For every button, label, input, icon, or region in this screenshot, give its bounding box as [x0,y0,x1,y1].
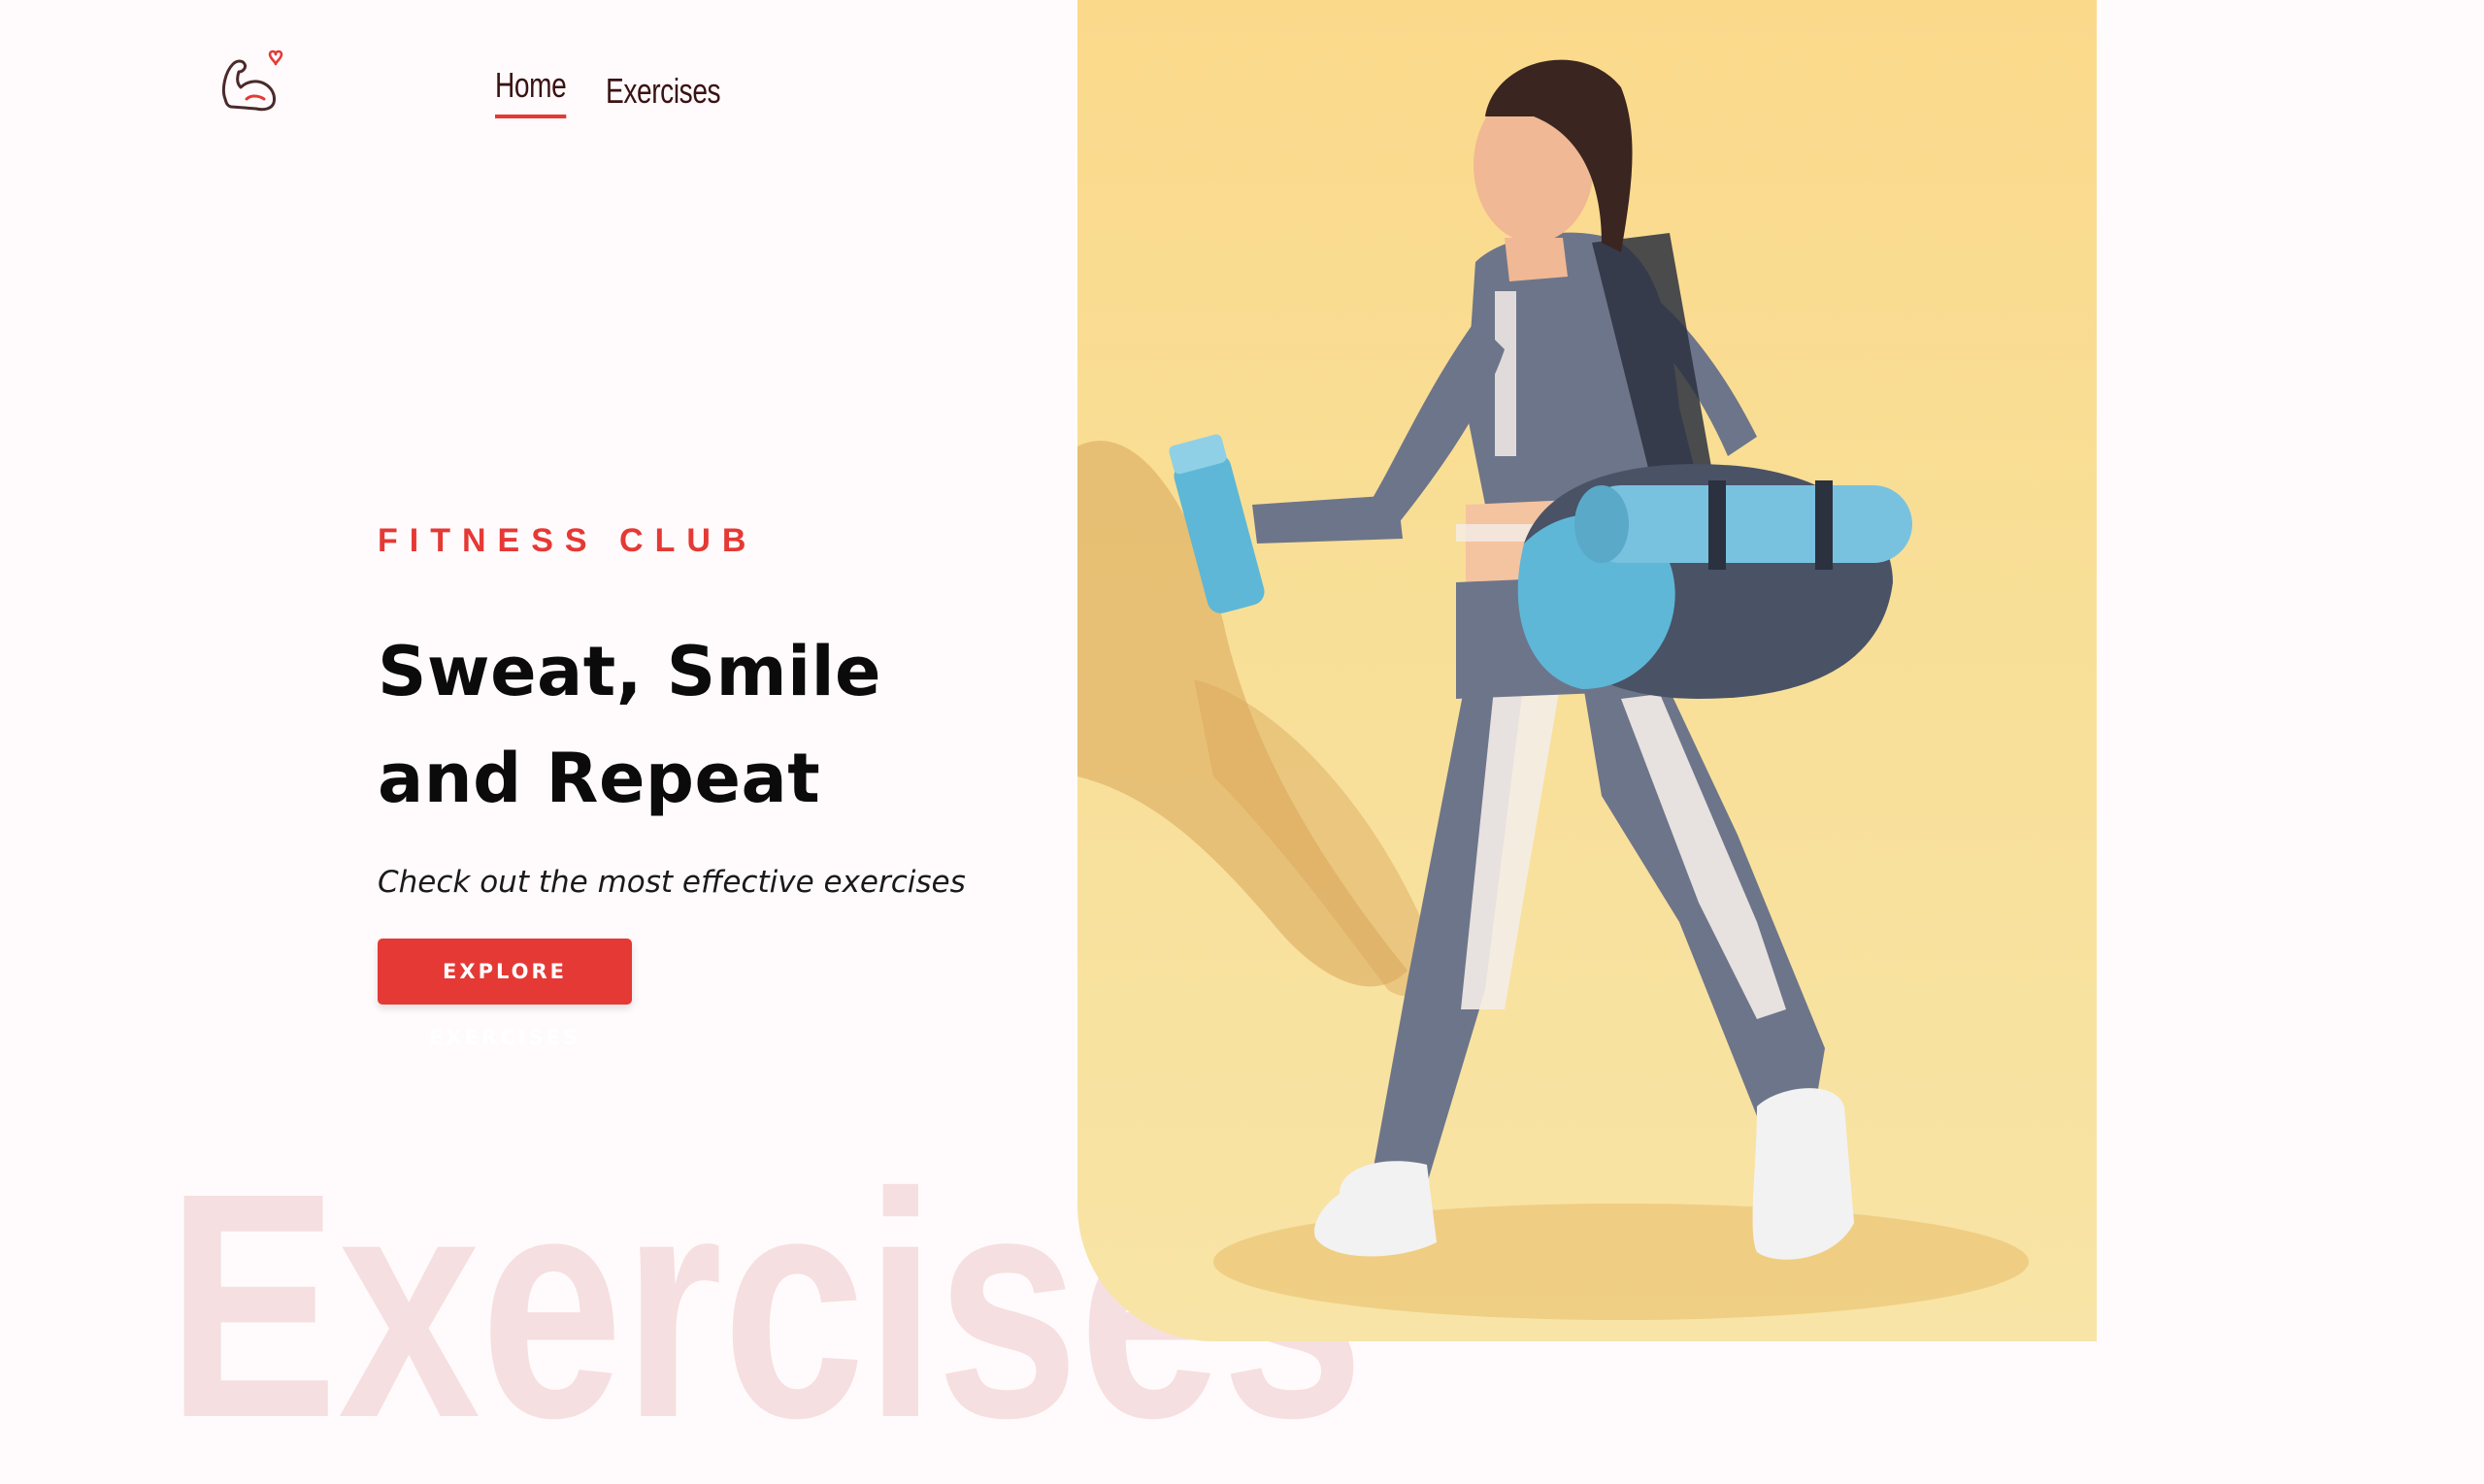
flexed-arm-heart-icon [221,49,283,112]
explore-exercises-button[interactable]: EXPLORE EXERCISES [378,939,632,1049]
hero-headline-line1: Sweat, Smile [378,632,882,711]
hero-eyebrow: FITNESS CLUB [378,522,758,559]
hero-subtitle: Check out the most effective exercises [378,865,966,900]
hero-section: FITNESS CLUB Sweat, Smile and Repeat Che… [378,522,966,1049]
woman-walking-illustration [1077,59,2029,1320]
nav-exercises-link[interactable]: Exercises [606,72,721,111]
hero-banner-image [1077,0,2097,1341]
nav-home-link[interactable]: Home [495,66,567,118]
logo[interactable] [217,43,291,116]
main-nav: Home Exercises [495,66,753,118]
hero-headline: Sweat, Smile and Repeat [378,618,966,832]
hero-headline-line2: and Repeat [378,739,821,818]
